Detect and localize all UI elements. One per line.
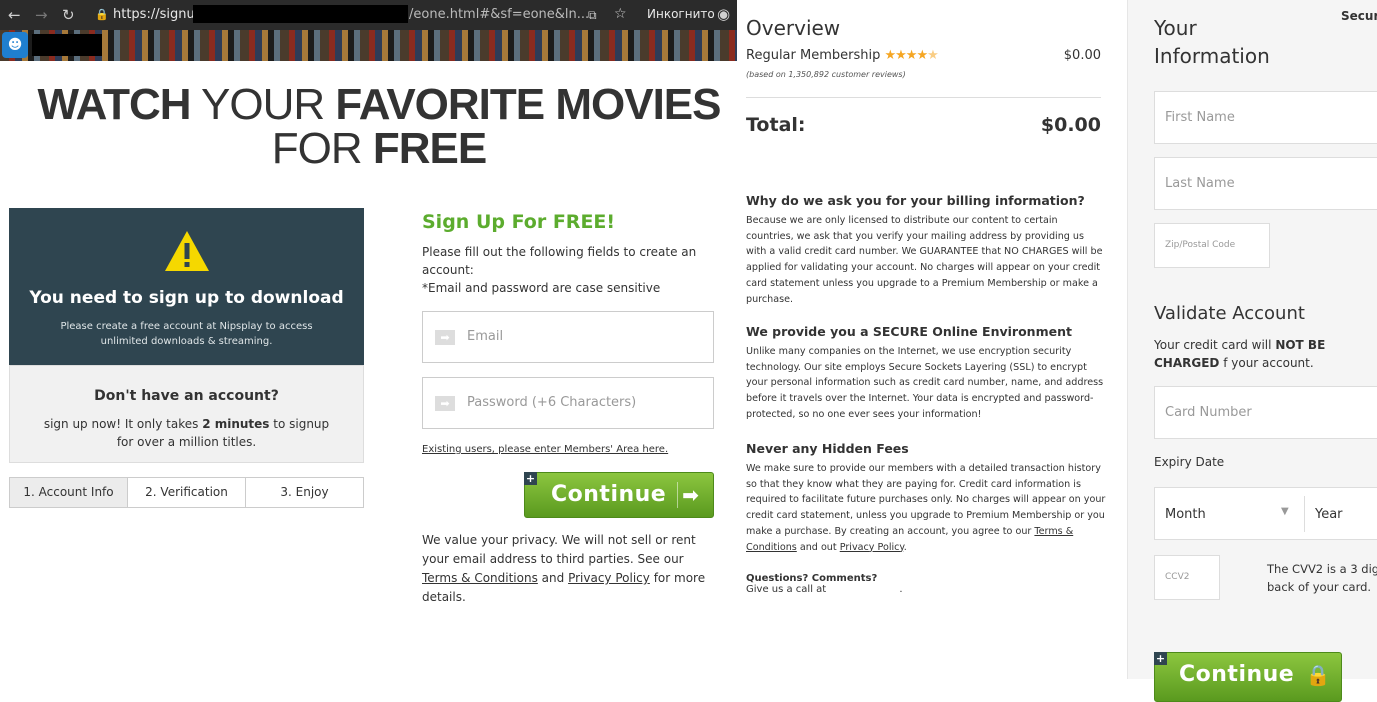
cvv-input[interactable]: CCV2 — [1154, 555, 1220, 600]
plus-icon: + — [524, 472, 537, 485]
lock-icon: 🔒 — [1305, 663, 1331, 687]
cvv-help: The CVV2 is a 3 digit back of your card. — [1267, 562, 1377, 594]
lock-icon: 🔒 — [95, 8, 109, 21]
email-input[interactable]: ➡ Email — [422, 311, 714, 363]
validate-text: Your credit card will NOT BE CHARGED f y… — [1154, 338, 1326, 370]
redacted-url — [193, 5, 408, 23]
billing-panel: Secur Your Information First Name Last N… — [1117, 0, 1377, 702]
arrow-right-icon: ➡ — [435, 396, 455, 411]
plus-icon: + — [1154, 652, 1167, 665]
last-name-input[interactable]: Last Name — [1154, 157, 1377, 210]
star-icon[interactable]: ☆ — [614, 6, 627, 22]
account-text: sign up now! It only takes 2 minutes to … — [43, 417, 330, 449]
arrow-right-icon: ➡ — [677, 482, 703, 508]
validate-title: Validate Account — [1154, 303, 1305, 324]
incognito-icon: ◉ — [717, 5, 731, 23]
membership-row: Regular Membership ★★★★★ $0.00 — [746, 48, 1101, 63]
continue-button-secure[interactable]: + Continue 🔒 — [1154, 652, 1342, 702]
warning-icon — [165, 231, 209, 271]
terms-link[interactable]: Terms & Conditions — [422, 571, 538, 585]
expiry-select[interactable]: Month ▼ Year — [1154, 487, 1377, 540]
privacy-link[interactable]: Privacy Policy — [840, 542, 904, 553]
first-name-input[interactable]: First Name — [1154, 91, 1377, 144]
download-title: You need to sign up to download — [29, 288, 344, 308]
overview-title: Overview — [746, 16, 841, 40]
continue-button[interactable]: + Continue ➡ — [524, 472, 714, 518]
expiry-label: Expiry Date — [1154, 455, 1225, 469]
back-icon[interactable]: ← — [8, 6, 21, 24]
month-select[interactable]: Month — [1165, 507, 1206, 522]
card-number-input[interactable]: Card Number — [1154, 386, 1377, 439]
rating-stars: ★★★★★ — [884, 48, 938, 63]
password-input[interactable]: ➡ Password (+6 Characters) — [422, 377, 714, 429]
step-account-info: 1. Account Info — [10, 478, 128, 507]
total-row: Total: $0.00 — [746, 114, 1101, 136]
questions-block: Questions? Comments? Give us a call at . — [746, 573, 903, 595]
signup-title: Sign Up For FREE! — [422, 211, 616, 233]
faq-secure: We provide you a SECURE Online Environme… — [746, 324, 1104, 420]
signup-intro: Please fill out the following fields to … — [422, 245, 697, 295]
faq-billing: Why do we ask you for your billing infor… — [746, 193, 1103, 305]
zip-input[interactable]: Zip/Postal Code — [1154, 223, 1270, 268]
review-count: (based on 1,350,892 customer reviews) — [746, 70, 906, 79]
step-enjoy: 3. Enjoy — [246, 478, 363, 507]
reload-icon[interactable]: ↻ — [62, 6, 75, 24]
url-start[interactable]: https://signup — [113, 7, 203, 22]
page-headline: WATCH YOUR FAVORITE MOVIES FOR FREE — [37, 80, 722, 173]
step-verification: 2. Verification — [128, 478, 246, 507]
account-promo: Don't have an account? sign up now! It o… — [9, 365, 364, 463]
chevron-down-icon: ▼ — [1281, 506, 1289, 517]
browser-toolbar: ← → ↻ 🔒 https://signup /eone.html#&sf=eo… — [0, 0, 737, 30]
signup-steps: 1. Account Info 2. Verification 3. Enjoy — [9, 477, 364, 508]
order-overview: Overview Regular Membership ★★★★★ $0.00 … — [737, 0, 1117, 679]
privacy-notice: We value your privacy. We will not sell … — [422, 533, 706, 604]
forward-icon[interactable]: → — [35, 6, 48, 24]
site-logo-icon: ☻ — [2, 32, 28, 58]
year-select[interactable]: Year — [1315, 507, 1343, 522]
download-text: Please create a free account at Nipsplay… — [60, 321, 313, 347]
privacy-link[interactable]: Privacy Policy — [568, 571, 650, 585]
faq-hidden-fees: Never any Hidden Fees We make sure to pr… — [746, 441, 1106, 553]
arrow-right-icon: ➡ — [435, 330, 455, 345]
signup-page-screenshot: ← → ↻ 🔒 https://signup /eone.html#&sf=eo… — [0, 0, 737, 679]
translate-icon[interactable]: ⧉ — [588, 8, 597, 23]
membership-price: $0.00 — [1063, 48, 1101, 63]
info-title: Your Information — [1154, 16, 1270, 68]
download-notice: You need to sign up to download Please c… — [9, 208, 364, 365]
incognito-label: Инкогнито — [647, 7, 715, 21]
url-end[interactable]: /eone.html#&sf=eone&ln... — [409, 7, 589, 22]
secure-label: Secur — [1341, 9, 1377, 23]
redacted-logo — [32, 34, 102, 56]
account-title: Don't have an account? — [94, 388, 279, 404]
movie-banner: ☻ — [0, 30, 737, 61]
divider — [746, 97, 1101, 98]
existing-users-link[interactable]: Existing users, please enter Members' Ar… — [422, 444, 668, 455]
